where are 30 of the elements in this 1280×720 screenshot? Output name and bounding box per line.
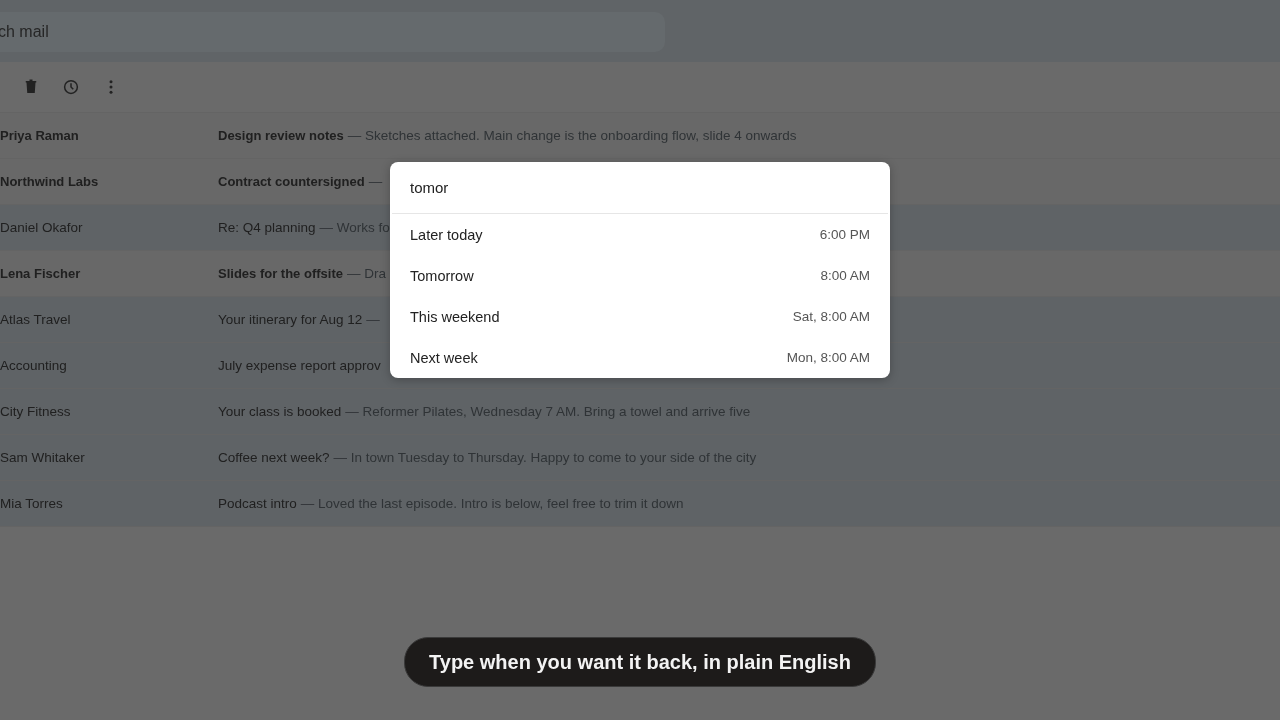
option-label: Tomorrow	[410, 267, 474, 284]
sender-name: Daniel Okafor	[0, 220, 84, 235]
message-snippet: —	[368, 174, 383, 189]
sender-name: Northwind Labs	[0, 174, 100, 189]
sender-name: Accounting	[0, 358, 68, 373]
message-snippet: — Dra	[346, 266, 386, 281]
sender-name: Atlas Travel	[0, 312, 72, 327]
option-time: 6:00 PM	[819, 227, 870, 242]
message-subject: Slides for the offsite	[218, 266, 343, 281]
message-subject: July expense report approv	[218, 358, 381, 373]
message-subject: Podcast intro	[218, 496, 297, 511]
sender-name: Mia Torres	[0, 496, 64, 511]
message-snippet: —	[366, 312, 380, 327]
message-subject: Your itinerary for Aug 12	[218, 312, 363, 327]
option-time: Sat, 8:00 AM	[792, 309, 870, 324]
message-subject: Re: Q4 planning	[218, 220, 316, 235]
option-label: Next week	[410, 349, 478, 366]
message-subject: Your class is booked	[218, 404, 342, 419]
sender-name: Sam Whitaker	[0, 450, 86, 465]
message-subject: Contract countersigned	[218, 174, 365, 189]
message-subject: Design review notes	[218, 128, 344, 143]
sender-name: City Fitness	[0, 404, 72, 419]
option-label: This weekend	[410, 308, 500, 325]
caption: Type when you want it back, in plain English	[404, 637, 876, 687]
option-time: Mon, 8:00 AM	[786, 350, 870, 365]
option-time: 8:00 AM	[820, 268, 870, 283]
option-label: Later today	[410, 226, 483, 243]
message-subject: Coffee next week?	[218, 450, 330, 465]
sender-name: Lena Fischer	[0, 266, 82, 281]
sender-name: Priya Raman	[0, 128, 80, 143]
